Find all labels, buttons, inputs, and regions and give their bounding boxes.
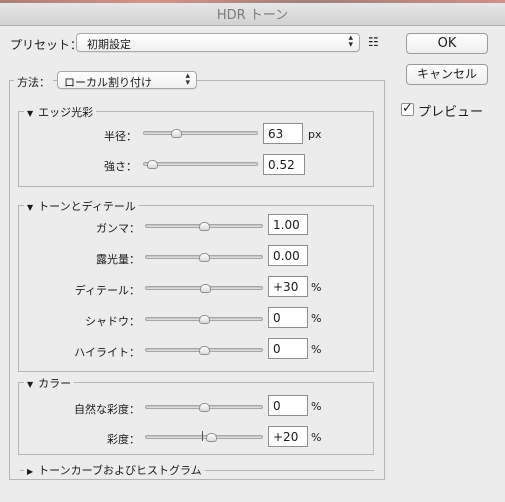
cancel-button[interactable]: キャンセル [406,64,488,85]
detail-unit: % [311,281,322,294]
radius-field[interactable]: 63 [263,123,303,144]
radius-slider-thumb[interactable] [170,129,182,138]
disclosure-triangle-down-icon: ▼ [27,203,34,212]
gamma-field[interactable]: 1.00 [268,214,308,235]
curve-title: トーンカーブおよびヒストグラム [38,464,202,477]
vibrance-slider-thumb[interactable] [198,403,210,412]
preview-checkbox[interactable]: ✓ [401,101,414,116]
exposure-field[interactable]: 0.00 [268,245,308,266]
checkmark-icon: ✓ [402,101,413,116]
color-legend[interactable]: ▼ カラー [24,375,75,391]
preset-value: 初期設定 [87,38,131,51]
edge-glow-legend[interactable]: ▼ エッジ光彩 [24,104,97,120]
gamma-slider-thumb[interactable] [198,222,210,231]
saturation-unit: % [311,431,322,444]
vibrance-label: 自然な彩度： [74,403,140,416]
strength-field[interactable]: 0.52 [263,154,305,175]
tone-detail-title: トーンとディテール [38,200,136,213]
disclosure-triangle-down-icon: ▼ [27,380,34,389]
strength-slider-thumb[interactable] [146,160,158,169]
strength-slider-track[interactable] [143,162,258,166]
detail-field[interactable]: +30 [268,276,308,297]
exposure-label: 露光量： [96,253,140,266]
tone-detail-legend[interactable]: ▼ トーンとディテール [24,198,139,214]
gamma-label: ガンマ： [96,222,140,235]
title-bar: HDR トーン [0,0,505,26]
method-label: 方法： [17,76,50,89]
preview-label: プレビュー [418,105,484,120]
edge-glow-group [18,111,374,187]
preset-dropdown[interactable]: 初期設定 ▴ ▾ [76,33,360,52]
disclosure-triangle-right-icon: ▶ [27,467,34,476]
shadow-field[interactable]: 0 [268,307,308,328]
highlight-field[interactable]: 0 [268,338,308,359]
saturation-slider-track[interactable] [145,435,263,439]
saturation-default-tick [202,431,203,441]
shadow-label: シャドウ： [85,315,140,328]
curve-legend[interactable]: ▶ トーンカーブおよびヒストグラム [24,462,205,478]
saturation-slider-thumb[interactable] [205,433,217,442]
highlight-slider-thumb[interactable] [198,346,210,355]
ok-button[interactable]: OK [406,33,488,54]
shadow-slider-thumb[interactable] [198,315,210,324]
radius-unit: px [308,128,322,141]
highlight-unit: % [311,343,322,356]
highlight-label: ハイライト： [74,346,140,359]
window-title: HDR トーン [216,8,289,23]
strength-label: 強さ： [104,160,137,173]
vibrance-field[interactable]: 0 [268,395,308,416]
shadow-unit: % [311,312,322,325]
edge-glow-title: エッジ光彩 [38,106,94,119]
saturation-field[interactable]: +20 [268,426,308,447]
saturation-label: 彩度： [107,433,140,446]
title-bar-strip [0,0,505,3]
radius-label: 半径： [104,130,137,143]
method-dropdown[interactable]: ローカル割り付け ▴ ▾ [57,71,197,89]
radius-slider-track[interactable] [143,131,258,135]
method-value: ローカル割り付け [64,76,152,89]
color-title: カラー [38,377,72,390]
detail-slider-thumb[interactable] [199,284,211,293]
updown-arrows-icon: ▴ ▾ [185,71,190,88]
preset-options-icon[interactable]: ☷ [368,35,379,49]
vibrance-unit: % [311,400,322,413]
exposure-slider-thumb[interactable] [198,253,210,262]
updown-arrows-icon: ▴ ▾ [348,33,353,50]
method-legend: 方法： [14,74,53,90]
detail-label: ディテール： [74,284,140,297]
disclosure-triangle-down-icon: ▼ [27,109,34,118]
preset-label: プリセット： [10,38,83,52]
